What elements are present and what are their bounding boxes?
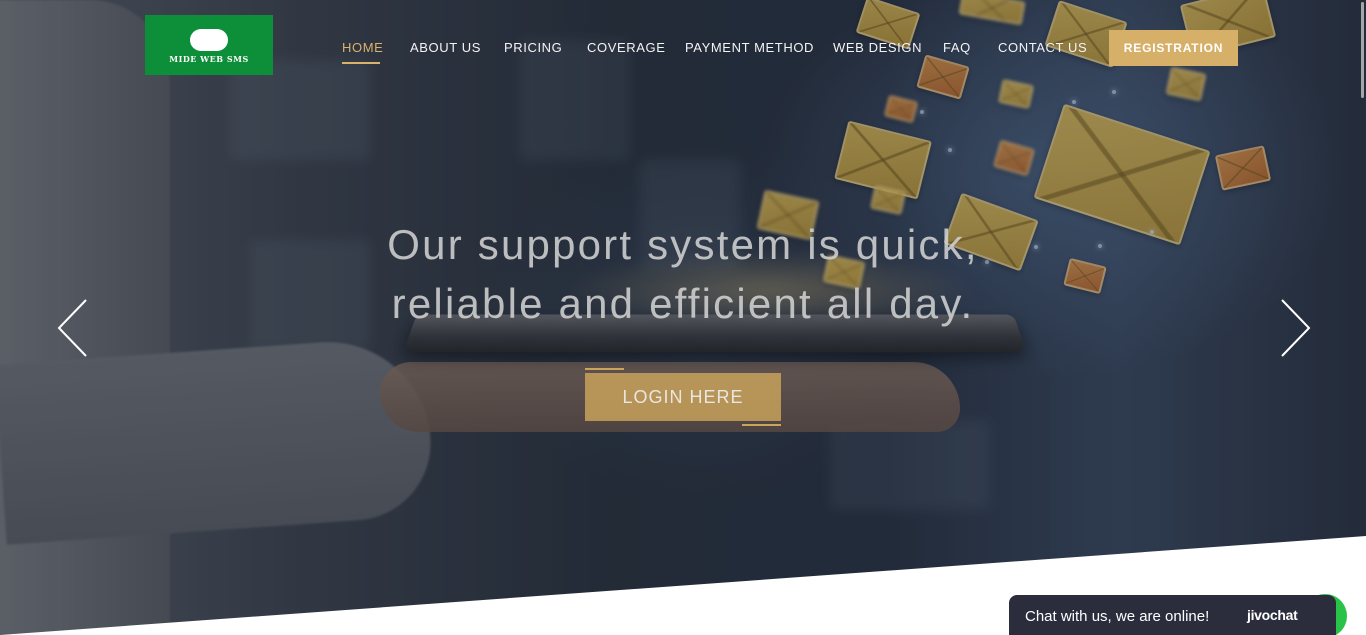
chevron-left-icon[interactable]: [56, 298, 92, 358]
login-button[interactable]: LOGIN HERE: [585, 373, 781, 421]
nav-item-home[interactable]: HOME: [342, 40, 383, 55]
registration-button[interactable]: REGISTRATION: [1109, 30, 1238, 66]
chat-bubble-icon: [190, 28, 228, 51]
nav-item-pricing[interactable]: PRICING: [504, 40, 562, 55]
scrollbar[interactable]: [1361, 2, 1364, 98]
nav-item-web-design[interactable]: WEB DESIGN: [833, 40, 922, 55]
nav-item-faq[interactable]: FAQ: [943, 40, 971, 55]
chevron-right-icon[interactable]: [1276, 298, 1312, 358]
site-logo[interactable]: MIDE WEB SMS: [145, 15, 273, 75]
cta-accent-line: [742, 424, 781, 426]
nav-item-about-us[interactable]: ABOUT US: [410, 40, 481, 55]
logo-text: MIDE WEB SMS: [169, 53, 249, 64]
hero-headline: Our support system is quick, reliable an…: [283, 215, 1083, 333]
hero-headline-line-1: Our support system is quick,: [387, 221, 979, 268]
nav-item-contact-us[interactable]: CONTACT US: [998, 40, 1087, 55]
hero-headline-line-2: reliable and efficient all day.: [391, 280, 975, 327]
cta-accent-line: [585, 368, 624, 370]
nav-item-coverage[interactable]: COVERAGE: [587, 40, 665, 55]
chat-brand-logo: jivochat: [1247, 607, 1298, 623]
chat-message: Chat with us, we are online!: [1025, 608, 1210, 625]
page: MIDE WEB SMS HOME ABOUT US PRICING COVER…: [0, 0, 1366, 635]
chat-widget[interactable]: Chat with us, we are online! jivochat: [1009, 595, 1336, 635]
active-nav-indicator: [342, 62, 380, 64]
nav-item-payment-method[interactable]: PAYMENT METHOD: [685, 40, 814, 55]
